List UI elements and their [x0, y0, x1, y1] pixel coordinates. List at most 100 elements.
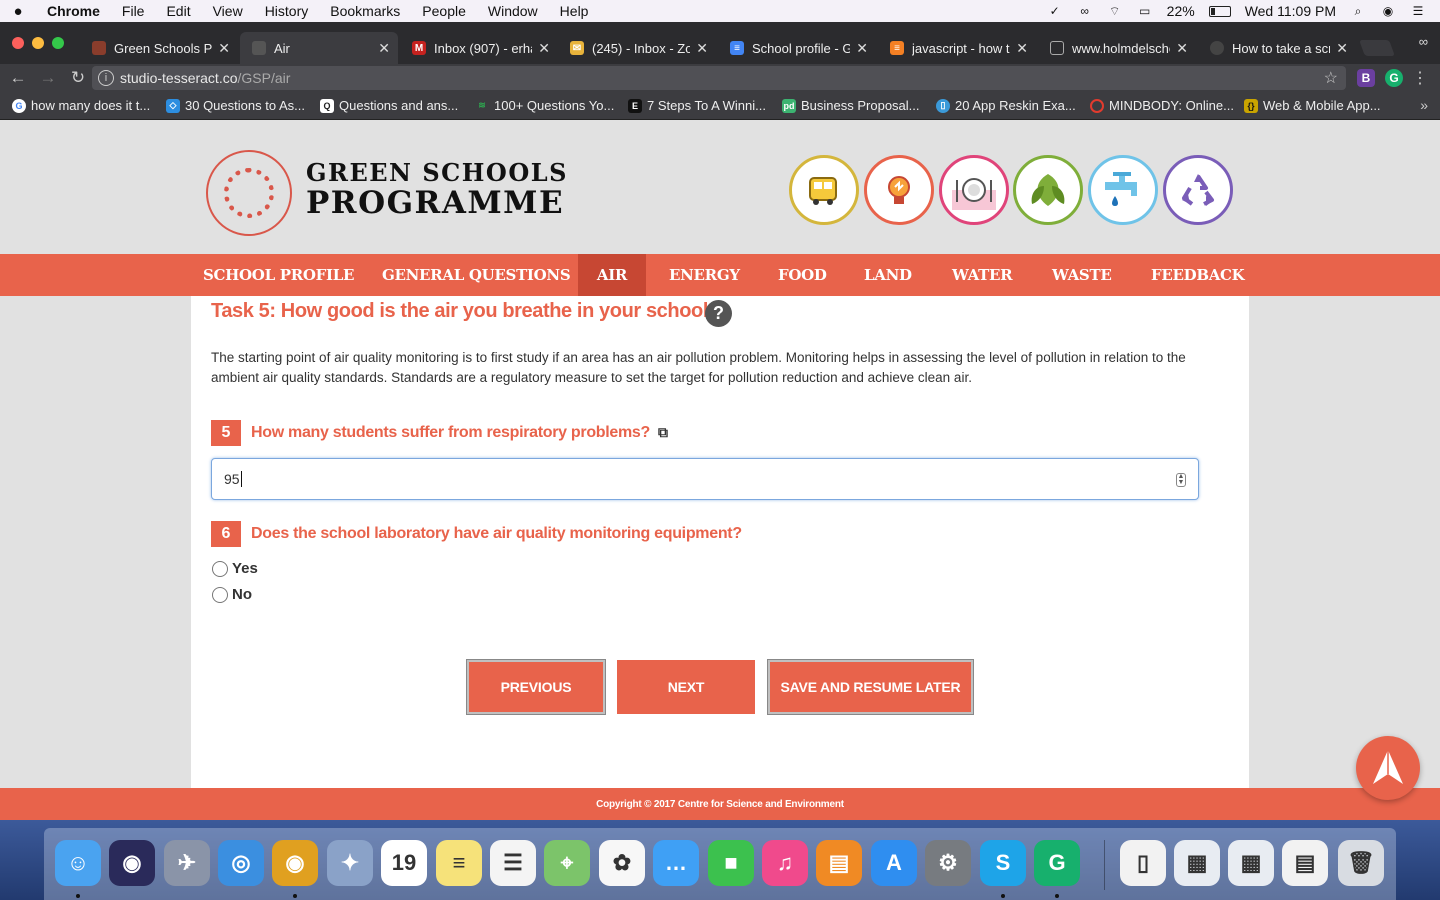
- check-circle-icon[interactable]: ✓: [1047, 4, 1063, 18]
- tab-zoho-inbox[interactable]: ✉ (245) - Inbox - Zo ✕: [558, 32, 716, 64]
- notification-center-icon[interactable]: ☰: [1410, 4, 1426, 18]
- tab-close-icon[interactable]: ✕: [538, 40, 550, 57]
- bookmark-item[interactable]: {} Web & Mobile App...: [1244, 98, 1381, 113]
- bookmark-item[interactable]: ◇ 30 Questions to As...: [166, 98, 305, 113]
- nav-food[interactable]: FOOD: [756, 254, 849, 296]
- screenshot-folder-icon[interactable]: ▦: [1174, 840, 1220, 886]
- menu-clock[interactable]: Wed 11:09 PM: [1245, 3, 1336, 19]
- save-and-resume-later-button[interactable]: SAVE AND RESUME LATER: [768, 660, 973, 714]
- tab-close-icon[interactable]: ✕: [1176, 40, 1188, 57]
- next-button[interactable]: NEXT: [617, 660, 755, 714]
- finder-icon[interactable]: ☺: [55, 840, 101, 886]
- spotlight-search-icon[interactable]: ⌕: [1350, 4, 1366, 18]
- system-preferences-icon[interactable]: ⚙: [925, 840, 971, 886]
- notes-icon[interactable]: ≡: [436, 840, 482, 886]
- bookmark-item[interactable]: MINDBODY: Online...: [1090, 98, 1234, 113]
- address-bar[interactable]: i studio-tesseract.co/GSP/air ☆: [92, 66, 1346, 90]
- nav-air[interactable]: AIR: [578, 254, 646, 296]
- nav-energy[interactable]: ENERGY: [647, 254, 762, 296]
- app-store-icon[interactable]: A: [871, 840, 917, 886]
- nav-feedback[interactable]: FEEDBACK: [1129, 254, 1266, 296]
- tab-school-profile-doc[interactable]: ≡ School profile - Go ✕: [718, 32, 876, 64]
- bookmark-item[interactable]: ▯ 20 App Reskin Exa...: [936, 98, 1076, 113]
- bookmark-item[interactable]: ≋ 100+ Questions Yo...: [475, 98, 614, 113]
- green-schools-logo-icon[interactable]: [206, 150, 292, 236]
- nav-school-profile[interactable]: SCHOOL PROFILE: [181, 254, 376, 296]
- grammarly-extension-icon[interactable]: G: [1385, 69, 1403, 87]
- wifi-icon[interactable]: ⌔: [1107, 4, 1123, 18]
- menu-history[interactable]: History: [254, 3, 320, 19]
- radio-circle-icon[interactable]: [212, 560, 228, 577]
- ibooks-icon[interactable]: ▤: [816, 840, 862, 886]
- b-extension-icon[interactable]: B: [1357, 69, 1375, 87]
- chrome-doc-stack-icon[interactable]: ▤: [1282, 840, 1328, 886]
- bookmark-star-icon[interactable]: ☆: [1324, 68, 1338, 88]
- radio-no[interactable]: No: [212, 586, 252, 603]
- tab-air[interactable]: Air ✕: [240, 32, 398, 64]
- close-window-button[interactable]: [12, 37, 24, 49]
- forward-arrow-icon[interactable]: →: [36, 68, 60, 88]
- scroll-to-top-button[interactable]: [1356, 736, 1420, 800]
- zoom-window-button[interactable]: [52, 37, 64, 49]
- downloads-stack-icon[interactable]: ▦: [1228, 840, 1274, 886]
- new-tab-button[interactable]: [1359, 40, 1395, 56]
- tab-close-icon[interactable]: ✕: [218, 40, 230, 57]
- safari-icon[interactable]: ◎: [218, 840, 264, 886]
- reload-icon[interactable]: ↻: [66, 68, 90, 88]
- menu-view[interactable]: View: [202, 3, 254, 19]
- waste-recycle-icon[interactable]: [1163, 155, 1233, 225]
- trash-icon[interactable]: 🗑: [1338, 840, 1384, 886]
- land-leaf-icon[interactable]: [1013, 155, 1083, 225]
- preview-icon[interactable]: ✦: [327, 840, 373, 886]
- menu-people[interactable]: People: [411, 3, 477, 19]
- tab-close-icon[interactable]: ✕: [856, 40, 868, 57]
- tab-close-icon[interactable]: ✕: [1336, 40, 1348, 57]
- bookmark-item[interactable]: Ghow many does it t...: [12, 98, 150, 113]
- bookmark-item[interactable]: pd Business Proposal...: [782, 98, 920, 113]
- radio-circle-icon[interactable]: [212, 586, 228, 603]
- tab-close-icon[interactable]: ✕: [378, 40, 390, 57]
- grammarly-icon[interactable]: G: [1034, 840, 1080, 886]
- respiratory-count-input[interactable]: 95 ▲ ▼: [211, 458, 1199, 500]
- facetime-icon[interactable]: ■: [708, 840, 754, 886]
- menu-help[interactable]: Help: [549, 3, 600, 19]
- more-bookmarks-icon[interactable]: »: [1420, 97, 1428, 113]
- menu-bookmarks[interactable]: Bookmarks: [319, 3, 411, 19]
- previous-button[interactable]: PREVIOUS: [467, 660, 605, 714]
- menu-app-name[interactable]: Chrome: [36, 3, 111, 19]
- nav-general-questions[interactable]: GENERAL QUESTIONS: [360, 254, 592, 296]
- battery-percent[interactable]: 22%: [1167, 3, 1195, 19]
- tab-stackoverflow[interactable]: ≡ javascript - how to ✕: [878, 32, 1036, 64]
- tab-green-schools[interactable]: Green Schools Pro ✕: [80, 32, 238, 64]
- tab-close-icon[interactable]: ✕: [696, 40, 708, 57]
- profile-icon[interactable]: ∞: [1419, 34, 1428, 49]
- launchpad-icon[interactable]: ✈: [164, 840, 210, 886]
- site-info-icon[interactable]: i: [98, 70, 114, 86]
- energy-bulb-icon[interactable]: [864, 155, 934, 225]
- photos-icon[interactable]: ✿: [599, 840, 645, 886]
- creative-cloud-icon[interactable]: ∞: [1077, 4, 1093, 18]
- tab-gmail-inbox[interactable]: M Inbox (907) - erha ✕: [400, 32, 558, 64]
- external-link-icon[interactable]: ⧉: [658, 424, 668, 441]
- menu-window[interactable]: Window: [477, 3, 549, 19]
- menu-edit[interactable]: Edit: [155, 3, 201, 19]
- nav-waste[interactable]: WASTE: [1030, 254, 1133, 296]
- tab-holmdel[interactable]: www.holmdelscho ✕: [1038, 32, 1196, 64]
- nav-land[interactable]: LAND: [842, 254, 934, 296]
- help-icon[interactable]: ?: [705, 300, 732, 327]
- site-logo-text[interactable]: GREEN SCHOOLS PROGRAMME: [306, 158, 568, 221]
- number-spinner-icon[interactable]: ▲ ▼: [1176, 473, 1186, 487]
- food-plate-icon[interactable]: [939, 155, 1009, 225]
- siri-icon[interactable]: ◉: [109, 840, 155, 886]
- radio-yes[interactable]: Yes: [212, 560, 258, 577]
- chrome-icon[interactable]: ◉: [272, 840, 318, 886]
- tab-screenshot-howto[interactable]: How to take a scre ✕: [1198, 32, 1356, 64]
- bookmark-item[interactable]: Q Questions and ans...: [320, 98, 458, 113]
- battery-icon[interactable]: [1208, 5, 1231, 17]
- itunes-icon[interactable]: ♫: [762, 840, 808, 886]
- tab-close-icon[interactable]: ✕: [1016, 40, 1028, 57]
- air-bus-icon[interactable]: [789, 155, 859, 225]
- calendar-icon[interactable]: 19: [381, 840, 427, 886]
- messages-icon[interactable]: …: [653, 840, 699, 886]
- skype-icon[interactable]: S: [980, 840, 1026, 886]
